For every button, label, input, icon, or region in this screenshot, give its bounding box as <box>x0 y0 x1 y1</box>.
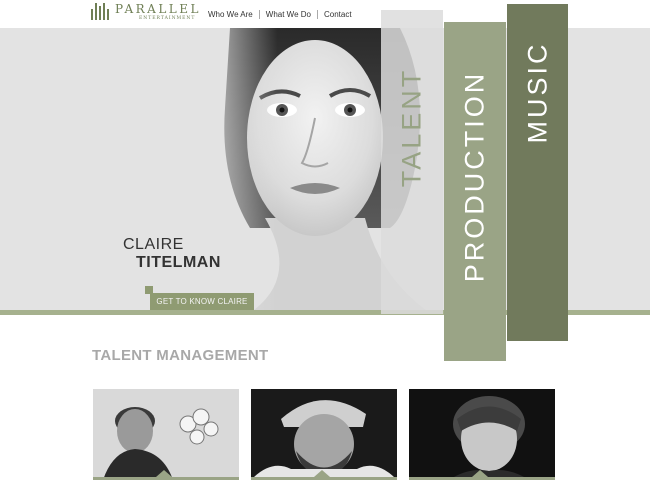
talent-card[interactable] <box>93 389 239 480</box>
card-notch-decoration <box>156 470 172 477</box>
talent-photo-image <box>93 389 239 480</box>
nav-item-what-we-do[interactable]: What We Do <box>266 10 311 19</box>
talent-photo-image <box>251 389 397 480</box>
panel-talent-label: TALENT <box>396 67 427 187</box>
nav-separator <box>258 10 260 19</box>
hero-last-name: TITELMAN <box>136 254 221 271</box>
card-notch-decoration <box>314 470 330 477</box>
panel-music[interactable]: MUSIC <box>507 4 568 341</box>
brand-logo[interactable]: PARALLEL ENTERTAINMENT <box>91 2 201 26</box>
panel-talent[interactable]: TALENT <box>381 10 443 314</box>
talent-card[interactable] <box>251 389 397 480</box>
talent-photo-image <box>409 389 555 480</box>
nav-item-who-we-are[interactable]: Who We Are <box>208 10 253 19</box>
nav-item-contact[interactable]: Contact <box>324 10 352 19</box>
talent-card[interactable] <box>409 389 555 480</box>
panel-production[interactable]: PRODUCTION <box>444 22 506 361</box>
section-title-talent-management: TALENT MANAGEMENT <box>92 347 269 364</box>
main-nav: Who We Are What We Do Contact <box>208 10 352 19</box>
brand-subtitle: ENTERTAINMENT <box>139 16 196 21</box>
logo-bars-icon <box>91 3 113 20</box>
hero-first-name: CLAIRE <box>123 236 184 253</box>
card-notch-decoration <box>472 470 488 477</box>
nav-separator <box>316 10 318 19</box>
get-to-know-button[interactable]: GET TO KNOW CLAIRE <box>150 293 254 310</box>
panel-music-label: MUSIC <box>522 41 552 144</box>
brand-name: PARALLEL <box>115 2 202 16</box>
panel-production-label: PRODUCTION <box>459 70 490 283</box>
